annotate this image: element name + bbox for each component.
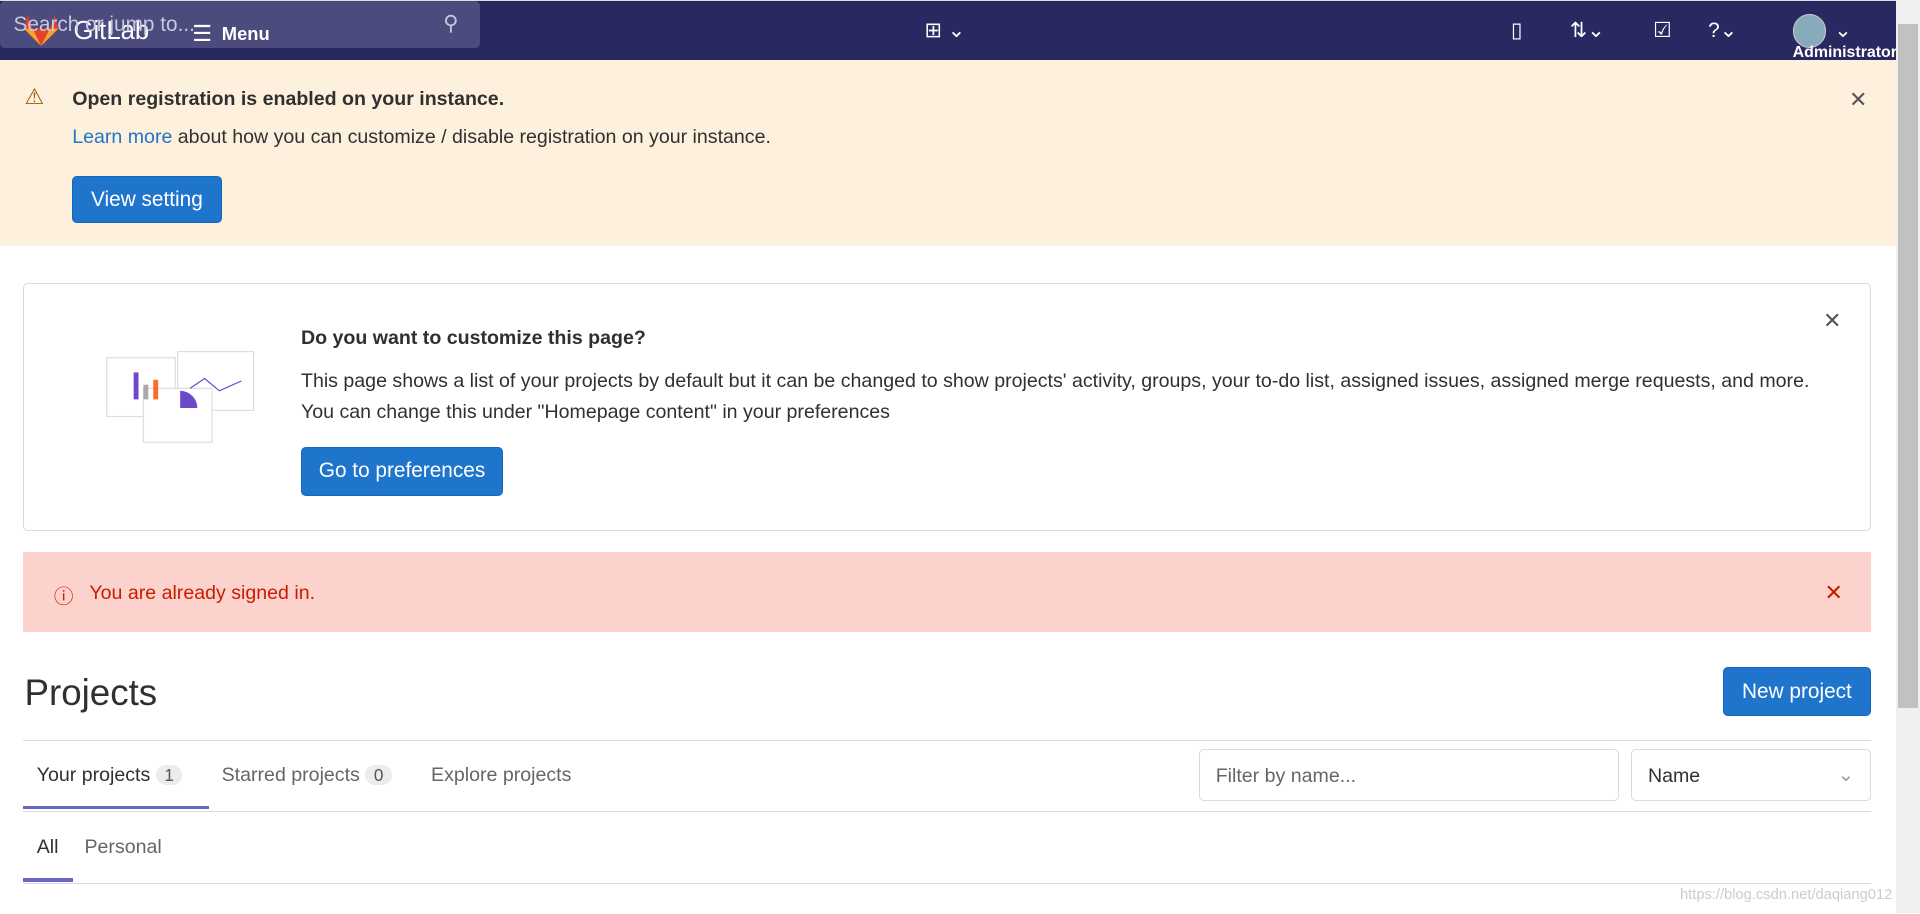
signed-in-alert: ⓘ You are already signed in. ✕ (23, 552, 1872, 632)
illustration-icon (105, 350, 254, 443)
top-navbar: GitLab ☰ Menu ⊞ ⌄ Search or jump to... ⚲ ▯… (0, 0, 1897, 61)
close-icon[interactable]: ✕ (1823, 308, 1841, 334)
close-icon[interactable]: ✕ (1824, 580, 1842, 606)
hamburger-icon: ☰ (192, 20, 212, 46)
menu-button[interactable]: ☰ Menu (192, 21, 269, 47)
watermark: https://blog.csdn.net/daqiang012 (1680, 886, 1893, 903)
subtab-all[interactable]: All (37, 836, 59, 859)
subtab-personal[interactable]: Personal (84, 836, 161, 859)
go-to-preferences-button[interactable]: Go to preferences (300, 446, 504, 496)
warning-icon: ⚠ (24, 84, 45, 110)
registration-banner: ⚠ Open registration is enabled on your i… (0, 60, 1896, 247)
card-title: Do you want to customize this page? (300, 326, 646, 349)
banner-title: Open registration is enabled on your ins… (72, 88, 505, 111)
tab-starred-projects[interactable]: Starred projects 0 (222, 764, 392, 787)
sort-dropdown[interactable]: Name ⌄ (1631, 749, 1872, 801)
search-icon: ⚲ (443, 11, 459, 35)
error-icon: ⓘ (53, 586, 74, 609)
tab-your-projects[interactable]: Your projects 1 (37, 764, 183, 787)
alert-text: You are already signed in. (89, 581, 316, 604)
todo-icon[interactable]: ☑ (1653, 18, 1672, 43)
tab-explore-projects[interactable]: Explore projects (431, 764, 571, 787)
chevron-down-icon[interactable]: ⌄ (1834, 18, 1851, 43)
customize-card: Do you want to customize this page? This… (23, 282, 1872, 532)
close-icon[interactable]: ✕ (1849, 87, 1867, 113)
scrollbar[interactable] (1895, 0, 1920, 914)
view-setting-button[interactable]: View setting (72, 176, 222, 223)
issues-icon[interactable]: ▯ (1511, 18, 1522, 43)
merge-requests-icon[interactable]: ⇅⌄ (1570, 18, 1605, 43)
chevron-down-icon: ⌄ (1837, 763, 1855, 786)
card-body: This page shows a list of your projects … (300, 369, 1810, 423)
page-title: Projects (24, 672, 158, 714)
help-icon[interactable]: ?⌄ (1708, 18, 1737, 43)
new-project-button[interactable]: New project (1722, 667, 1872, 717)
learn-more-link[interactable]: Learn more (72, 126, 172, 148)
filter-input[interactable]: Filter by name... (1198, 749, 1619, 801)
new-dropdown-icon[interactable]: ⊞ ⌄ (924, 18, 965, 43)
